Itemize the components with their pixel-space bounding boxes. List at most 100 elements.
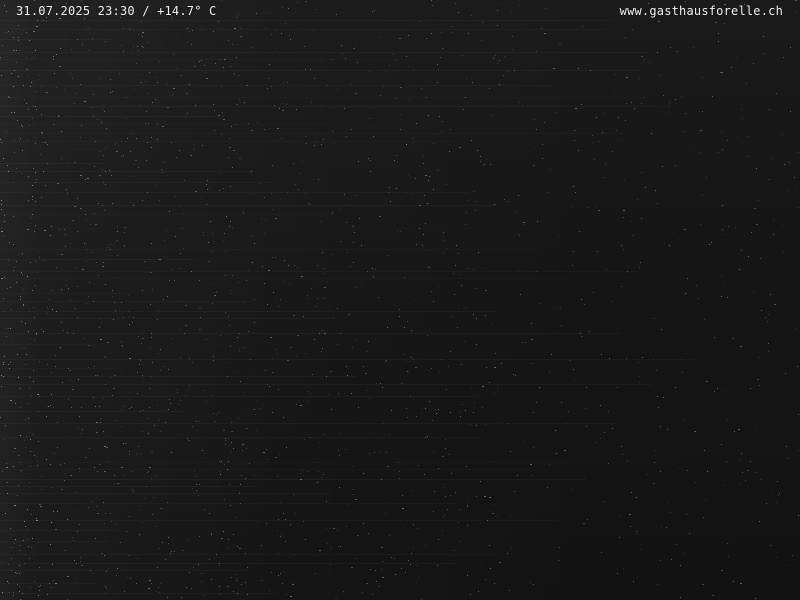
noise-speck: [151, 337, 152, 338]
noise-speck: [13, 50, 15, 51]
noise-speck: [49, 299, 50, 300]
noise-speck: [321, 351, 322, 352]
noise-speck: [130, 151, 131, 152]
noise-speck: [706, 381, 708, 382]
noise-speck: [152, 289, 153, 290]
noise-speck: [231, 442, 232, 443]
noise-speck: [46, 459, 47, 460]
noise-speck: [587, 519, 588, 520]
noise-speck: [533, 412, 534, 413]
noise-speck: [711, 242, 712, 243]
noise-speck: [475, 288, 477, 289]
noise-speck: [44, 230, 46, 231]
noise-speck: [314, 339, 315, 340]
noise-speck: [431, 368, 432, 369]
noise-speck: [381, 569, 382, 570]
noise-speck: [81, 407, 82, 408]
noise-speck: [739, 459, 740, 460]
noise-speck: [123, 155, 124, 156]
noise-speck: [4, 439, 5, 440]
noise-speck: [57, 422, 58, 423]
noise-speck: [372, 108, 373, 109]
noise-speck: [794, 177, 795, 178]
noise-speck: [368, 158, 369, 159]
noise-speck: [587, 207, 588, 208]
noise-speck: [22, 150, 23, 151]
noise-speck: [722, 229, 723, 230]
noise-speck: [506, 265, 507, 266]
noise-speck: [139, 534, 140, 535]
noise-speck: [376, 383, 377, 384]
noise-speck: [213, 241, 215, 242]
noise-speck: [117, 568, 118, 569]
noise-speck: [761, 310, 762, 311]
noise-speck: [84, 101, 86, 102]
noise-speck: [257, 401, 258, 402]
noise-speck: [406, 144, 407, 145]
noise-speck: [226, 216, 227, 217]
noise-speck: [213, 413, 214, 414]
noise-speck: [103, 262, 104, 263]
noise-speck: [314, 282, 315, 283]
noise-speck: [144, 498, 145, 499]
noise-speck: [86, 100, 87, 101]
noise-speck: [269, 64, 270, 65]
noise-speck: [91, 107, 92, 108]
noise-speck: [428, 267, 430, 268]
noise-speck: [218, 115, 220, 116]
noise-speck: [353, 242, 354, 243]
noise-speck: [424, 195, 425, 196]
noise-speck: [53, 407, 54, 408]
noise-speck: [466, 466, 467, 467]
noise-speck: [82, 45, 83, 46]
noise-speck: [24, 440, 25, 441]
noise-speck: [370, 569, 371, 570]
noise-speck: [785, 373, 786, 374]
noise-speck: [234, 28, 236, 29]
noise-speck: [32, 105, 34, 106]
noise-speck: [504, 56, 505, 57]
noise-speck: [30, 262, 31, 263]
noise-speck: [399, 309, 400, 310]
noise-speck: [539, 303, 540, 304]
noise-speck: [625, 37, 626, 38]
noise-speck: [17, 584, 18, 585]
noise-speck: [171, 551, 172, 552]
noise-speck: [100, 339, 102, 340]
noise-speck: [225, 275, 226, 276]
noise-speck: [7, 288, 8, 289]
noise-speck: [199, 484, 200, 485]
noise-speck: [348, 314, 350, 315]
noise-speck: [522, 105, 523, 106]
noise-speck: [312, 374, 313, 375]
noise-speck: [336, 14, 337, 15]
noise-speck: [34, 231, 35, 232]
noise-speck: [441, 131, 442, 132]
noise-speck: [234, 74, 235, 75]
noise-speck: [757, 379, 759, 380]
noise-speck: [414, 300, 415, 301]
noise-speck: [254, 475, 255, 476]
noise-speck: [583, 523, 585, 524]
noise-speck: [308, 401, 309, 402]
noise-speck: [71, 407, 72, 408]
noise-speck: [265, 505, 266, 506]
noise-speck: [437, 565, 438, 566]
noise-speck: [572, 265, 573, 266]
noise-speck: [480, 156, 481, 157]
noise-speck: [92, 501, 93, 502]
noise-speck: [241, 475, 242, 476]
noise-speck: [321, 330, 323, 331]
noise-speck: [770, 294, 771, 295]
noise-speck: [56, 405, 57, 406]
noise-speck: [27, 229, 29, 230]
noise-speck: [311, 102, 312, 103]
noise-speck: [512, 49, 513, 50]
noise-speck: [275, 218, 277, 219]
noise-speck: [254, 243, 255, 244]
noise-speck: [61, 489, 63, 490]
noise-speck: [25, 323, 26, 324]
noise-speck: [281, 138, 282, 139]
noise-speck: [81, 433, 82, 434]
noise-speck: [180, 268, 181, 269]
